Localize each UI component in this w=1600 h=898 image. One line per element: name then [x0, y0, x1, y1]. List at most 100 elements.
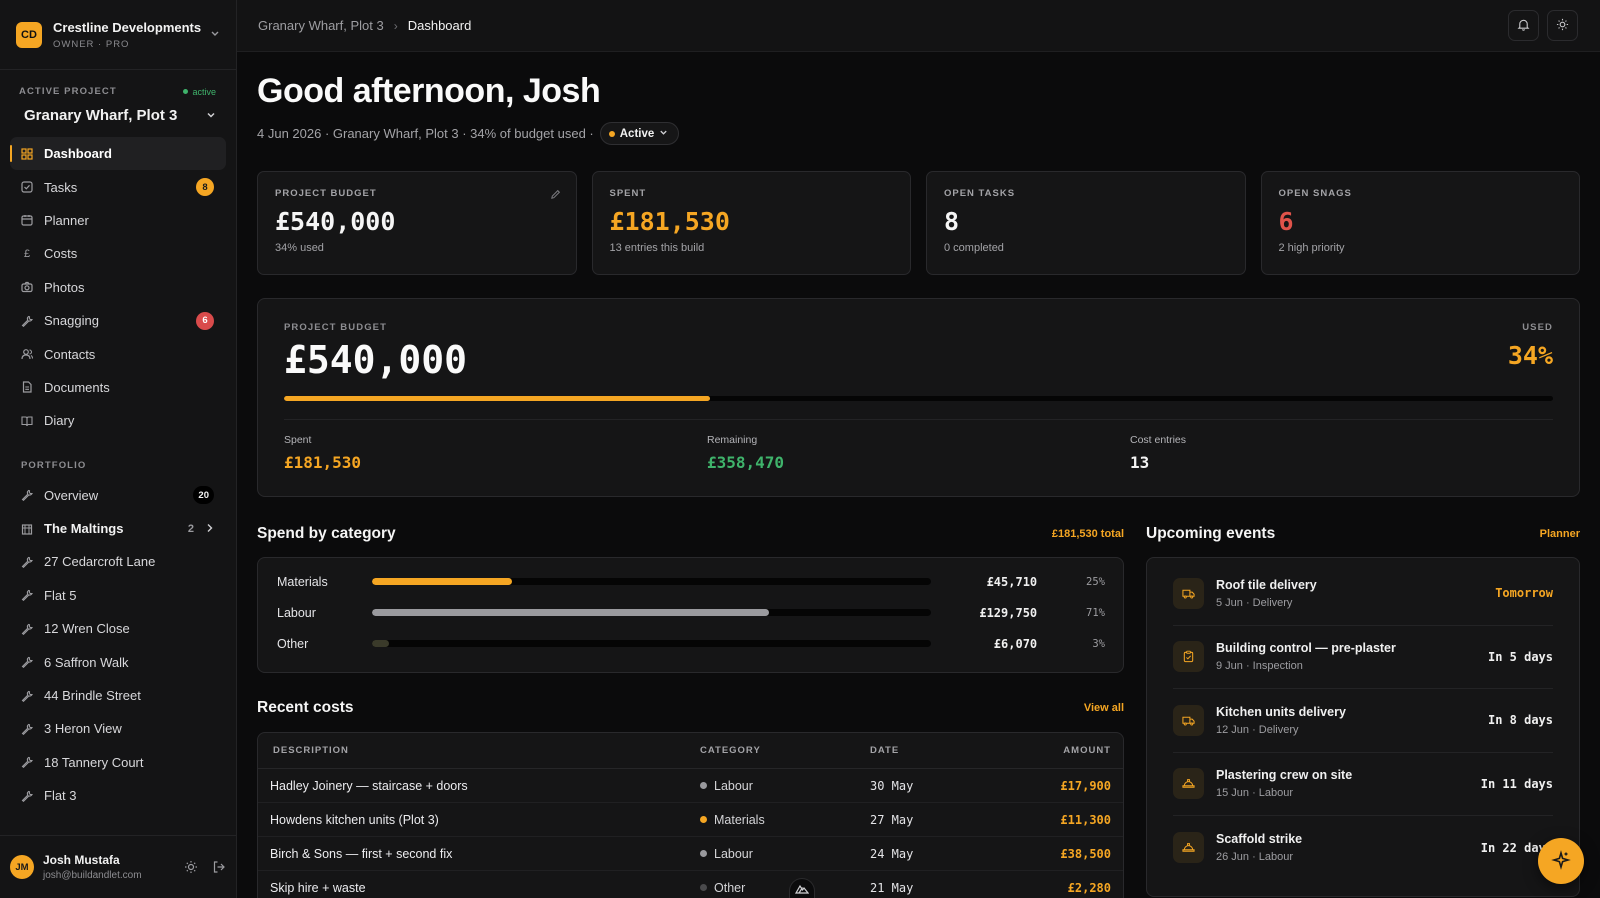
group-count: 2 [187, 522, 194, 535]
nav-item-snagging[interactable]: Snagging 6 [10, 304, 226, 337]
wrench-icon [21, 790, 33, 802]
column-header-amount[interactable]: AMOUNT [1010, 745, 1111, 756]
page-title: Good afternoon, Josh [257, 72, 601, 110]
nav-item-dashboard[interactable]: Dashboard [10, 137, 226, 171]
ai-assistant-button[interactable] [1538, 838, 1584, 884]
portfolio-item-flat-3[interactable]: Flat 3 [10, 779, 226, 812]
portfolio-group-maltings[interactable]: The Maltings 2 [10, 512, 226, 545]
notifications-button[interactable] [1508, 10, 1539, 41]
nav-item-planner[interactable]: Planner [10, 204, 226, 237]
event-meta: 15 Jun · Labour [1216, 787, 1294, 800]
spend-bar-fill [371, 578, 512, 585]
stat-card-budget: PROJECT BUDGET £540,000 34% used [257, 171, 577, 275]
event-when: In 5 days [1487, 649, 1553, 664]
chevron-updown-icon[interactable] [210, 28, 220, 41]
budget-value: £540,000 [284, 338, 468, 382]
mountain-logo-icon[interactable] [789, 878, 815, 898]
spend-bar [371, 640, 932, 647]
portfolio-item-flat-5[interactable]: Flat 5 [10, 579, 226, 612]
status-dropdown[interactable]: Active [599, 122, 680, 145]
category-dot [700, 816, 707, 823]
document-icon [21, 381, 33, 394]
nav-item-contacts[interactable]: Contacts [10, 337, 226, 370]
portfolio-item-44-brindle-street[interactable]: 44 Brindle Street [10, 679, 226, 712]
category-dot [700, 884, 707, 891]
truck-icon [1173, 577, 1204, 609]
wrench-icon [21, 756, 33, 769]
spend-row-labour: Labour £129,750 71% [277, 597, 1105, 628]
theme-toggle-icon[interactable] [184, 860, 198, 874]
event-item-kitchen-units-delivery[interactable]: Kitchen units delivery 12 Jun · Delivery I… [1173, 689, 1553, 753]
event-item-roof-tile-delivery[interactable]: Roof tile delivery 5 Jun · Delivery Tomorr… [1173, 562, 1553, 626]
portfolio-label: PORTFOLIO [21, 459, 87, 471]
portfolio-item-18-tannery-court[interactable]: 18 Tannery Court [10, 746, 226, 779]
breadcrumb-parent[interactable]: Granary Wharf, Plot 3 [258, 18, 384, 33]
portfolio-item-6-saffron-walk[interactable]: 6 Saffron Walk [10, 645, 226, 678]
project-selector[interactable]: Granary Wharf, Plot 3 [0, 97, 236, 127]
table-row[interactable]: Howdens kitchen units (Plot 3) Materials 2… [258, 803, 1123, 837]
wrench-icon [21, 723, 33, 735]
theme-button[interactable] [1547, 10, 1578, 41]
portfolio-item-12-wren-close[interactable]: 12 Wren Close [10, 612, 226, 645]
chevron-down-icon [206, 108, 216, 123]
nav-item-photos[interactable]: Photos [10, 271, 226, 304]
event-title: Building control — pre-plaster [1216, 641, 1396, 656]
recent-costs-title: Recent costs [257, 699, 354, 716]
overview-count-badge: 20 [193, 486, 214, 505]
column-header-description[interactable]: DESCRIPTION [273, 745, 700, 756]
event-title: Roof tile delivery [1216, 577, 1317, 592]
view-all-link[interactable]: View all [1084, 702, 1124, 714]
project-status-tag: active [183, 87, 216, 97]
portfolio-overview[interactable]: Overview 20 [10, 479, 226, 512]
spend-percent: 71% [1086, 606, 1105, 619]
cost-date: 27 May [870, 812, 914, 827]
event-title: Scaffold strike [1216, 832, 1303, 847]
event-item-plastering-crew-on-site[interactable]: Plastering crew on site 15 Jun · Labour In… [1173, 753, 1553, 816]
event-meta: 9 Jun · Inspection [1216, 660, 1303, 673]
nav-item-costs[interactable]: £ Costs [10, 237, 226, 270]
contacts-icon [21, 348, 33, 360]
user-name: Josh Mustafa [43, 853, 120, 867]
logout-icon[interactable] [212, 860, 226, 874]
event-when: In 11 days [1480, 776, 1553, 791]
nav-item-tasks[interactable]: Tasks 8 [10, 170, 226, 203]
nav-item-diary[interactable]: Diary [10, 404, 226, 437]
building-icon [21, 523, 33, 535]
org-role: OWNER · PRO [53, 38, 130, 50]
table-row[interactable]: Skip hire + waste Other 21 May £2,280 [258, 871, 1123, 898]
org-logo: CD [16, 21, 42, 48]
spend-category-name: Labour [277, 605, 316, 620]
event-item-scaffold-strike[interactable]: Scaffold strike 26 Jun · Labour In 22 days [1173, 816, 1553, 880]
org-name: Crestline Developments [53, 19, 202, 35]
spend-bar-fill [371, 640, 389, 647]
event-meta: 5 Jun · Delivery [1216, 596, 1293, 609]
column-header-category[interactable]: CATEGORY [700, 745, 870, 756]
spend-bar [371, 609, 932, 616]
hardhat-icon [1173, 832, 1204, 864]
budget-remaining: £358,470 [707, 453, 785, 472]
wrench-icon [21, 623, 33, 635]
table-row[interactable]: Birch & Sons — first + second fix Labour 2… [258, 837, 1123, 871]
cost-description: Hadley Joinery — staircase + doors [270, 778, 468, 793]
portfolio-item-3-heron-view[interactable]: 3 Heron View [10, 712, 226, 745]
planner-link[interactable]: Planner [1540, 528, 1580, 540]
org-switcher[interactable]: CD Crestline Developments OWNER · PRO [0, 0, 236, 70]
column-header-date[interactable]: DATE [870, 745, 1010, 756]
pencil-icon[interactable] [550, 188, 561, 199]
budget-spent: £181,530 [284, 453, 362, 472]
topbar: Granary Wharf, Plot 3 › Dashboard [237, 0, 1600, 52]
pound-icon: £ [23, 247, 31, 260]
cost-amount: £38,500 [1060, 846, 1111, 861]
event-title: Plastering crew on site [1216, 768, 1353, 783]
event-title: Kitchen units delivery [1216, 704, 1346, 719]
event-item-building-control-pre-plaster[interactable]: Building control — pre-plaster 9 Jun · In… [1173, 626, 1553, 689]
spend-bar-fill [371, 609, 770, 616]
calendar-icon [21, 214, 33, 227]
spend-category-name: Materials [277, 574, 328, 589]
portfolio-item-27-cedarcroft-lane[interactable]: 27 Cedarcroft Lane [10, 545, 226, 578]
wrench-icon [21, 315, 33, 327]
spend-category-name: Other [277, 636, 309, 651]
table-row[interactable]: Hadley Joinery — staircase + doors Labour… [258, 769, 1123, 803]
nav-item-documents[interactable]: Documents [10, 371, 226, 404]
hardhat-icon [1173, 768, 1204, 800]
